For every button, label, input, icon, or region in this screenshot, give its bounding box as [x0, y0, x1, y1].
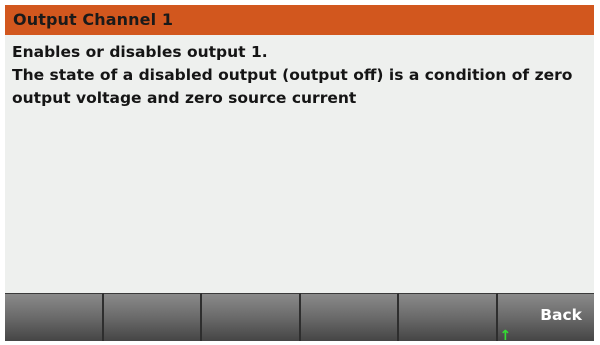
help-line-1: Enables or disables output 1.	[12, 43, 268, 61]
back-button-label: Back	[540, 306, 582, 324]
arrow-up-icon: ↑	[499, 328, 512, 341]
softkey-1[interactable]	[5, 293, 104, 341]
page-title: Output Channel 1	[5, 5, 594, 35]
help-line-3: output voltage and zero source current	[12, 89, 357, 107]
help-line-2: The state of a disabled output (output o…	[12, 66, 573, 84]
help-text: Enables or disables output 1. The state …	[12, 41, 587, 110]
softkey-bar: Back ↑	[5, 293, 594, 341]
softkey-4[interactable]	[300, 293, 399, 341]
instrument-screen: Output Channel 1 Enables or disables out…	[5, 5, 594, 341]
softkey-2[interactable]	[103, 293, 202, 341]
back-button[interactable]: Back ↑	[497, 293, 594, 341]
softkey-5[interactable]	[399, 293, 498, 341]
softkey-3[interactable]	[202, 293, 301, 341]
